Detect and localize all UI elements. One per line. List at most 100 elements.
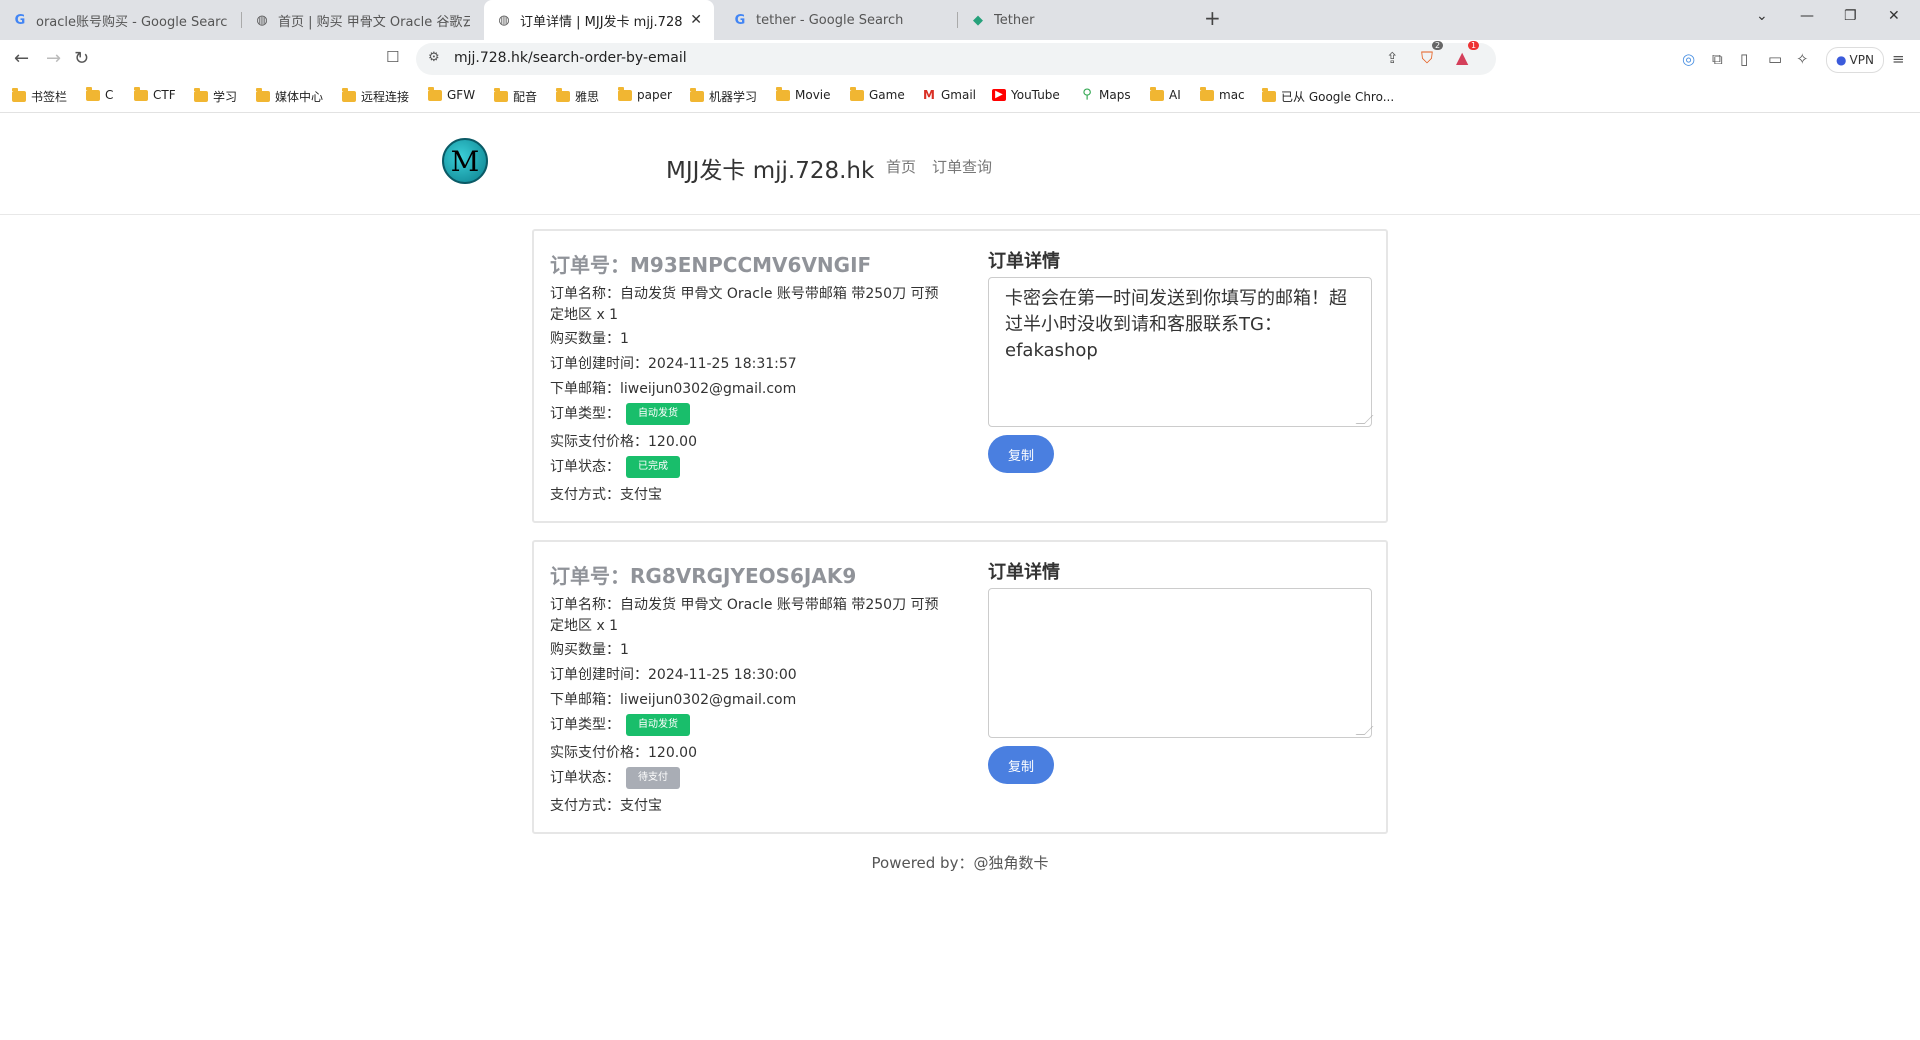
menu-icon[interactable]: ≡: [1892, 50, 1905, 68]
brave-rewards-icon[interactable]: ▲: [1456, 48, 1468, 67]
tab-order-detail[interactable]: ◍ 订单详情 | MJJ发卡 mjj.728.hk ✕: [484, 0, 714, 40]
bookmark-folder[interactable]: 学习: [194, 88, 237, 105]
folder-icon: [776, 86, 790, 101]
bookmark-folder[interactable]: 远程连接: [342, 88, 409, 105]
order-type-row: 订单类型： 自动发货: [550, 403, 690, 425]
bookmark-label: 已从 Google Chro...: [1281, 90, 1395, 104]
bookmark-folder[interactable]: 媒体中心: [256, 88, 323, 105]
bookmark-folder[interactable]: 已从 Google Chro...: [1262, 88, 1394, 105]
bookmark-folder[interactable]: 机器学习: [690, 88, 757, 105]
resize-handle-icon[interactable]: [1355, 726, 1374, 735]
email-row: 下单邮箱：liweijun0302@gmail.com: [550, 690, 796, 711]
field-label: 订单创建时间：: [550, 356, 648, 372]
price-value: 120.00: [648, 745, 697, 761]
rewards-count: 1: [1468, 41, 1480, 50]
bookmark-label: Game: [869, 88, 905, 102]
vpn-button[interactable]: ● VPN: [1826, 47, 1884, 73]
bookmark-youtube[interactable]: ▶ YouTube: [992, 88, 1060, 102]
url-text[interactable]: mjj.728.hk/search-order-by-email: [454, 50, 687, 66]
field-label: 订单类型：: [550, 406, 620, 422]
extensions-puzzle-icon[interactable]: ⧉: [1712, 50, 1723, 68]
order-detail-textarea[interactable]: [988, 588, 1374, 738]
bookmark-folder[interactable]: C: [86, 86, 113, 102]
brave-shield-icon[interactable]: ⛉: [1421, 48, 1433, 68]
bookmark-label: Movie: [795, 88, 831, 102]
tab-google-tether[interactable]: G tether - Google Search: [720, 0, 960, 40]
bookmark-folder[interactable]: mac: [1200, 86, 1245, 102]
copy-button[interactable]: 复制: [988, 435, 1054, 473]
close-window-icon[interactable]: ✕: [1888, 8, 1900, 24]
folder-icon: [12, 88, 26, 102]
reload-icon[interactable]: ↻: [74, 48, 89, 69]
wallet-icon[interactable]: ▭: [1768, 50, 1782, 68]
order-detail-text: 卡密会在第一时间发送到你填写的邮箱！超过半小时没收到请和客服联系TG：efaka…: [1005, 288, 1347, 361]
bookmark-folder[interactable]: AI: [1150, 86, 1181, 102]
field-label: 订单类型：: [550, 717, 620, 733]
bookmark-folder[interactable]: GFW: [428, 86, 476, 102]
status-badge: 待支付: [626, 767, 680, 789]
folder-icon: [342, 88, 356, 102]
field-label: 订单名称：: [550, 286, 620, 302]
site-header: M MJJ发卡 mjj.728.hk 首页 订单查询: [0, 114, 1920, 215]
bookmark-folder[interactable]: 书签栏: [12, 88, 67, 105]
bookmark-label: CTF: [153, 88, 176, 102]
bookmarks-bar: 书签栏 C CTF 学习 媒体中心 远程连接 GFW 配音 雅思 paper 机…: [0, 80, 1920, 113]
copy-button[interactable]: 复制: [988, 746, 1054, 784]
bookmark-folder[interactable]: Game: [850, 86, 905, 102]
order-detail-textarea[interactable]: 卡密会在第一时间发送到你填写的邮箱！超过半小时没收到请和客服联系TG：efaka…: [988, 277, 1374, 427]
bookmark-label: 书签栏: [31, 90, 68, 104]
folder-icon: [690, 88, 704, 102]
extension-circle-icon[interactable]: ◎: [1682, 50, 1695, 68]
bookmark-folder[interactable]: paper: [618, 86, 672, 102]
share-icon[interactable]: ⇪: [1386, 49, 1399, 67]
restore-icon[interactable]: ❐: [1844, 8, 1857, 24]
maps-pin-icon: ⚲: [1082, 87, 1092, 102]
order-card: 订单号：RG8VRGJYEOS6JAK9 订单名称：自动发货 甲骨文 Oracl…: [532, 540, 1388, 834]
tab-title: 首页 | 购买 甲骨文 Oracle 谷歌云 (: [278, 14, 470, 30]
email-value: liweijun0302@gmail.com: [620, 381, 797, 397]
minimize-icon[interactable]: —: [1800, 8, 1814, 24]
bookmark-maps[interactable]: ⚲ Maps: [1080, 87, 1131, 102]
back-icon[interactable]: ←: [14, 48, 29, 69]
gmail-icon: M: [923, 88, 935, 102]
price-value: 120.00: [648, 434, 697, 450]
bookmark-folder[interactable]: 配音: [494, 88, 537, 105]
folder-icon: [134, 86, 148, 101]
bookmark-label: Gmail: [941, 88, 977, 102]
tab-google-oracle[interactable]: G oracle账号购买 - Google Search: [0, 0, 240, 40]
field-label: 下单邮箱：: [550, 692, 620, 708]
resize-handle-icon[interactable]: [1355, 415, 1374, 424]
tab-search-icon[interactable]: ⌄: [1756, 8, 1768, 24]
leo-ai-icon[interactable]: ✧: [1796, 50, 1809, 68]
bookmark-label: mac: [1219, 88, 1245, 102]
tab-tether[interactable]: ◆ Tether: [958, 0, 1198, 40]
field-label: 实际支付价格：: [550, 434, 648, 450]
folder-icon: [194, 88, 208, 102]
tab-shop-home[interactable]: ◍ 首页 | 购买 甲骨文 Oracle 谷歌云 (: [242, 0, 482, 40]
bookmark-folder[interactable]: Movie: [776, 86, 831, 102]
created-time-value: 2024-11-25 18:30:00: [648, 667, 797, 683]
close-tab-icon[interactable]: ✕: [690, 12, 702, 28]
status-badge: 已完成: [626, 456, 680, 478]
bookmark-label: Maps: [1099, 88, 1131, 102]
tab-strip: G oracle账号购买 - Google Search ◍ 首页 | 购买 甲…: [0, 0, 1920, 40]
bookmark-icon[interactable]: ☐: [386, 48, 399, 66]
field-label: 实际支付价格：: [550, 745, 648, 761]
site-logo[interactable]: M: [442, 138, 488, 184]
forward-icon[interactable]: →: [46, 48, 61, 69]
bookmark-folder[interactable]: CTF: [134, 86, 176, 102]
field-label: 购买数量：: [550, 331, 620, 347]
site-info-icon[interactable]: ⚙: [428, 50, 440, 65]
address-bar[interactable]: ⚙ mjj.728.hk/search-order-by-email ⇪ ⛉ 2…: [416, 41, 1496, 75]
nav-home[interactable]: 首页: [886, 156, 916, 177]
bookmark-gmail[interactable]: M Gmail: [922, 88, 976, 102]
nav-order-query[interactable]: 订单查询: [932, 156, 992, 177]
bookmark-label: GFW: [447, 88, 476, 102]
new-tab-button[interactable]: +: [1204, 6, 1221, 30]
field-label: 订单状态：: [550, 770, 620, 786]
logo-letter: M: [450, 144, 480, 178]
tab-title: oracle账号购买 - Google Search: [36, 14, 228, 30]
site-name[interactable]: MJJ发卡 mjj.728.hk: [666, 151, 874, 185]
bookmark-folder[interactable]: 雅思: [556, 88, 599, 105]
sidebar-icon[interactable]: ▯: [1740, 50, 1748, 68]
